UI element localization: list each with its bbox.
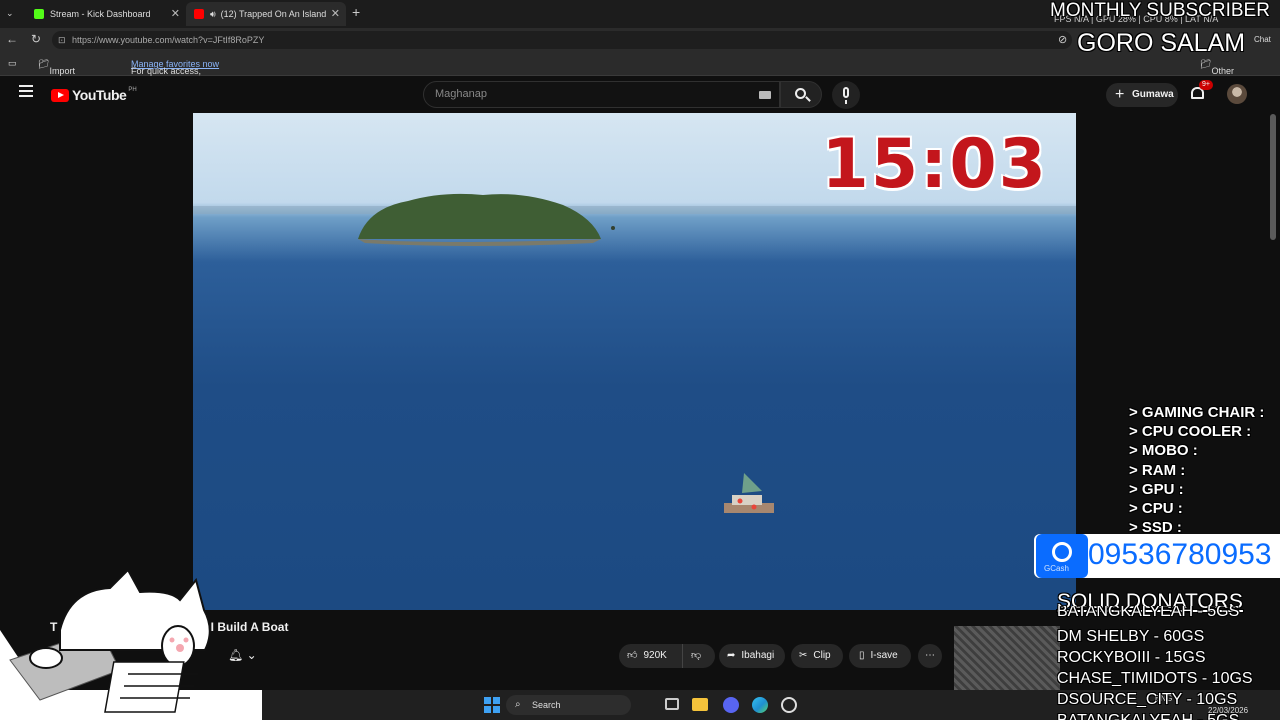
like-button[interactable]: 👍︎ 920K <box>619 644 683 668</box>
notifications-button[interactable]: 9+ <box>1190 80 1213 102</box>
spec-line: > CPU : <box>1129 500 1183 518</box>
other-favorites-button[interactable]: 📁︎ Other favorites <box>1200 59 1245 86</box>
tab-label: Stream - Kick Dashboard <box>50 9 151 19</box>
gcash-logo-text: GCash <box>1044 564 1069 573</box>
obs-icon[interactable] <box>781 697 797 713</box>
bongo-cat-overlay <box>0 570 262 720</box>
webcam-preview <box>954 626 1060 690</box>
youtube-icon <box>194 9 204 19</box>
url-text: https://www.youtube.com/watch?v=JFtIf8Ro… <box>72 35 265 45</box>
microphone-icon <box>843 87 849 98</box>
search-icon: ⌕ <box>515 699 521 710</box>
more-icon: ⋯ <box>925 650 935 661</box>
file-explorer-icon[interactable] <box>692 698 708 711</box>
discord-icon[interactable] <box>723 697 739 713</box>
region-code: PH <box>128 87 137 93</box>
search-button[interactable] <box>780 81 822 108</box>
thumbs-down-icon: 👎︎ <box>691 650 702 661</box>
clip-button[interactable]: ✂ Clip <box>791 644 843 668</box>
site-info-icon[interactable]: ⊡ <box>58 31 66 49</box>
donator-line: BATANGKALYEAH - 5GS <box>1057 710 1280 720</box>
extensions-icon[interactable]: ⊘ <box>1058 33 1067 46</box>
create-button[interactable]: + Gumawa <box>1106 83 1178 107</box>
donator-line: DM SHELBY - 60GS <box>1057 628 1205 645</box>
bookmark-icon: ▯ <box>859 650 865 661</box>
gcash-number: 09536780953 <box>1088 538 1272 571</box>
spec-line: > MOBO : <box>1129 442 1198 460</box>
search-input[interactable]: Maghanap <box>423 81 780 108</box>
refresh-icon[interactable]: ↻ <box>31 32 41 46</box>
chat-button[interactable]: Chat <box>1254 35 1271 44</box>
youtube-play-icon <box>51 88 69 102</box>
dislike-button[interactable]: 👎︎ <box>683 644 701 668</box>
like-dislike-group: 👍︎ 920K 👎︎ <box>619 644 715 668</box>
tab-youtube[interactable]: 🔊︎ (12) Trapped On An Island Un ✕ <box>186 2 346 26</box>
like-count: 920K <box>643 650 667 661</box>
more-actions-button[interactable]: ⋯ <box>918 644 942 668</box>
spec-line: > CPU COOLER : <box>1129 423 1252 441</box>
import-favorites-button[interactable]: 📁︎ Import favorites <box>38 59 83 86</box>
windows-start-icon[interactable] <box>484 697 500 713</box>
taskbar-search-label: Search <box>532 700 561 710</box>
share-label: Ibahagi <box>741 650 775 661</box>
new-tab-button[interactable]: + <box>352 4 360 20</box>
speaker-icon[interactable]: 🔊︎ <box>210 9 216 20</box>
tab-label: (12) Trapped On An Island Un <box>220 9 329 19</box>
save-label: I-save <box>870 650 898 661</box>
back-icon[interactable]: ← <box>6 32 18 46</box>
tab-kick-dashboard[interactable]: Stream - Kick Dashboard ✕ <box>26 2 186 26</box>
keyboard-icon[interactable] <box>759 91 771 99</box>
menu-icon[interactable] <box>19 85 33 97</box>
pc-specs-list: > GAMING CHAIR : > CPU COOLER : > MOBO :… <box>1129 403 1264 537</box>
url-field[interactable]: ⊡ https://www.youtube.com/watch?v=JFtIf8… <box>52 31 1072 49</box>
avatar[interactable] <box>1227 84 1247 104</box>
gcash-logo-icon: GCash <box>1036 534 1088 578</box>
close-tab-icon[interactable]: ✕ <box>331 7 340 20</box>
monthly-subscriber-title: MONTHLY SUBSCRIBER <box>1050 0 1270 21</box>
youtube-logo-text: YouTube <box>72 87 127 103</box>
donator-line: DSOURCE_CITY - 10GS <box>1057 691 1238 708</box>
thumbs-up-icon: 👍︎ <box>627 650 638 661</box>
gcash-banner: GCash 09536780953 <box>1034 534 1280 578</box>
spec-line: > GPU : <box>1129 480 1184 498</box>
edge-icon[interactable] <box>752 697 768 713</box>
page-scrollbar[interactable] <box>1270 114 1276 240</box>
spec-line: > GAMING CHAIR : <box>1129 404 1265 421</box>
favorites-hint: For quick access, place your favorites h… <box>131 59 220 106</box>
monthly-subscriber-name: GORO SALAM <box>1077 29 1246 57</box>
create-label: Gumawa <box>1132 89 1174 100</box>
favorites-icon: ▭ <box>8 58 17 68</box>
share-button[interactable]: ➦ Ibahagi <box>719 644 785 668</box>
donator-line: CHASE_TIMIDOTS - 10GS <box>1057 670 1253 687</box>
donator-line: ROCKYBOIII - 15GS <box>1057 649 1206 666</box>
video-player[interactable]: 15:03 <box>193 113 1076 610</box>
spec-line: > RAM : <box>1129 461 1186 479</box>
tab-actions-button[interactable]: ⌄ <box>6 8 20 20</box>
youtube-logo[interactable]: YouTube PH <box>51 87 137 103</box>
plus-icon: + <box>1115 86 1125 103</box>
donators-list: BATANGKALYEAH - 5GS DM SHELBY - 60GS ROC… <box>1057 604 1280 720</box>
search-placeholder: Maghanap <box>435 88 487 100</box>
kick-icon <box>34 9 44 19</box>
clip-label: Clip <box>813 650 831 661</box>
donator-line: BATANGKALYEAH - 5GS <box>1057 606 1240 620</box>
share-icon: ➦ <box>727 650 736 661</box>
notification-badge: 9+ <box>1199 80 1213 90</box>
scissors-icon: ✂ <box>799 650 808 661</box>
save-button[interactable]: ▯ I-save <box>849 644 911 668</box>
taskbar-search[interactable]: ⌕ Search <box>506 695 631 715</box>
youtube-header: YouTube PH Maghanap + Gumawa 9+ <box>0 76 1280 114</box>
video-timer-overlay: 15:03 <box>821 125 1048 204</box>
close-tab-icon[interactable]: ✕ <box>171 7 180 20</box>
voice-search-button[interactable] <box>832 81 860 109</box>
task-view-icon[interactable] <box>665 698 679 710</box>
